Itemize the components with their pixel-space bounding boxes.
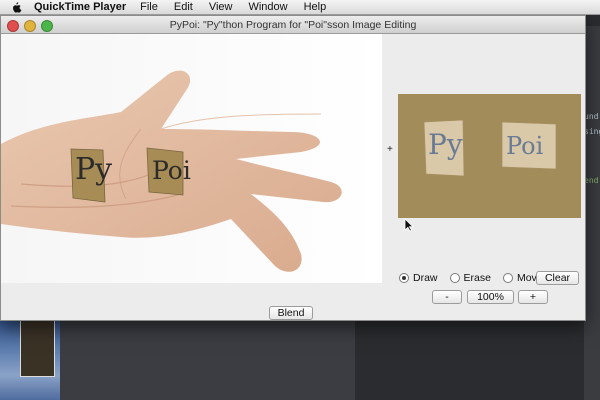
editor-text-fragment: und — [584, 112, 599, 121]
plus-marker: + — [387, 144, 393, 155]
close-window-button[interactable] — [7, 20, 19, 32]
editor-text-fragment: end — [584, 176, 599, 185]
app-name-menu[interactable]: QuickTime Player — [34, 1, 126, 13]
erase-label: Erase — [463, 272, 491, 284]
source-label-py: Py — [75, 152, 113, 187]
background-editor — [584, 26, 600, 400]
menu-file[interactable]: File — [140, 1, 158, 13]
window-title: PyPoi: "Py"thon Program for "Poi"sson Im… — [169, 18, 417, 31]
window-titlebar[interactable]: PyPoi: "Py"thon Program for "Poi"sson Im… — [1, 16, 585, 34]
erase-radio[interactable] — [449, 273, 460, 283]
mouse-pointer-icon — [404, 218, 414, 232]
erase-option[interactable]: Erase — [449, 272, 491, 284]
menu-window[interactable]: Window — [248, 1, 287, 13]
target-label-poi: Poi — [506, 132, 544, 160]
target-image-canvas[interactable]: Py Poi — [398, 94, 581, 218]
apple-menu-icon[interactable] — [10, 1, 22, 13]
target-photo — [398, 94, 581, 218]
hand-photo — [1, 34, 382, 283]
editor-text-fragment: sing — [584, 127, 600, 136]
move-radio[interactable] — [502, 273, 513, 283]
pypoi-window: PyPoi: "Py"thon Program for "Poi"sson Im… — [0, 15, 586, 321]
window-controls — [7, 20, 53, 32]
minimize-window-button[interactable] — [24, 20, 36, 32]
zoom-out-button[interactable]: - — [432, 290, 462, 304]
draw-option[interactable]: Draw — [399, 272, 438, 284]
target-label-py: Py — [428, 128, 463, 161]
menu-bar: QuickTime Player File Edit View Window H… — [0, 0, 600, 15]
blend-button[interactable]: Blend — [269, 306, 313, 320]
zoom-level-button[interactable]: 100% — [467, 290, 514, 304]
tool-options: Draw Erase Move — [399, 272, 549, 284]
zoom-window-button[interactable] — [41, 20, 53, 32]
menu-view[interactable]: View — [209, 1, 233, 13]
menu-edit[interactable]: Edit — [174, 1, 193, 13]
clear-button[interactable]: Clear — [536, 271, 579, 285]
source-label-poi: Poi — [152, 156, 191, 185]
zoom-in-button[interactable]: + — [518, 290, 548, 304]
menu-help[interactable]: Help — [304, 1, 327, 13]
background-thumbnail — [20, 320, 55, 377]
source-image-canvas[interactable]: Py Poi — [1, 34, 382, 283]
draw-label: Draw — [413, 272, 438, 284]
draw-radio[interactable] — [399, 273, 409, 283]
